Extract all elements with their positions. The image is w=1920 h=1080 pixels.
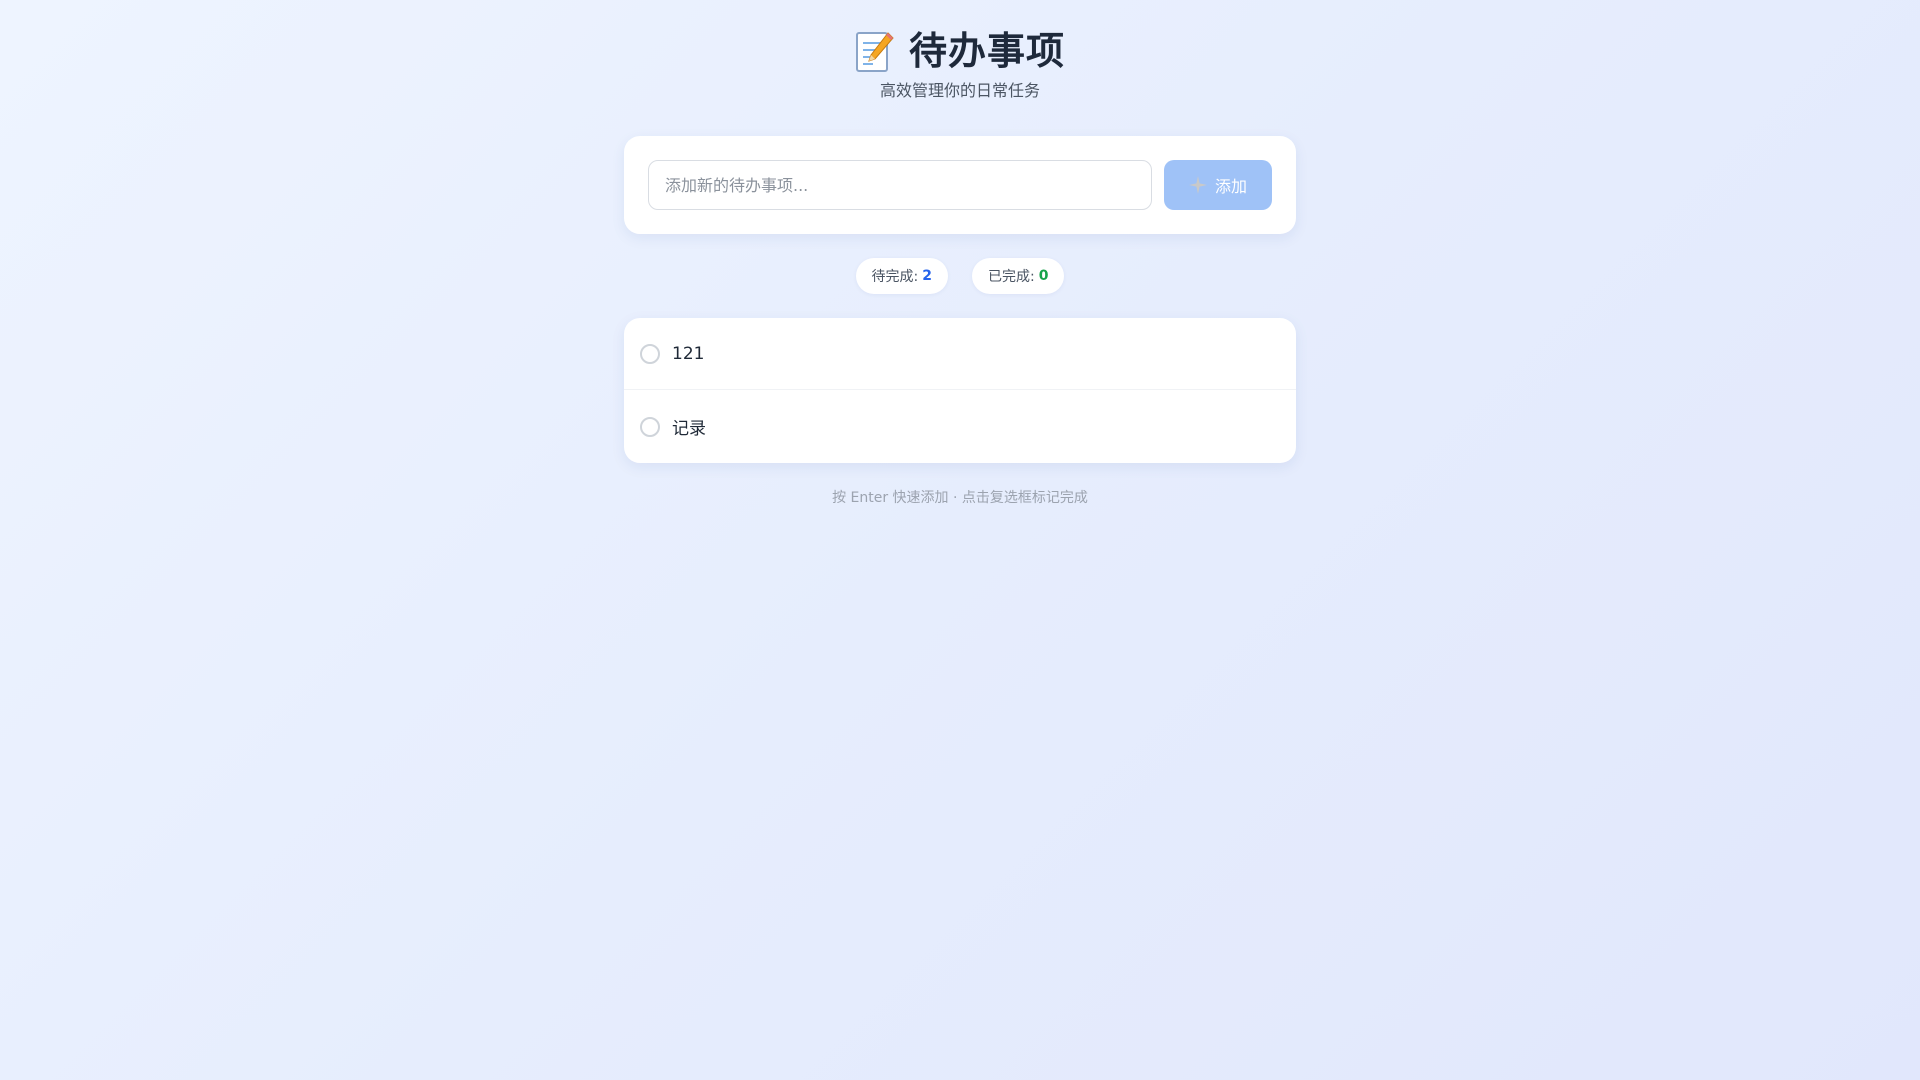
pending-count: 2	[922, 268, 932, 284]
header: 待办事项 高效管理你的日常任务	[0, 26, 1920, 102]
add-todo-card: 添加	[624, 136, 1296, 234]
list-item: 121	[624, 318, 1296, 390]
todo-app: 待办事项 高效管理你的日常任务 添加 待完成: 2 已完成: 0 121	[0, 0, 1920, 1080]
page-subtitle: 高效管理你的日常任务	[879, 81, 1040, 100]
title-row: 待办事项	[0, 26, 1920, 76]
memo-icon	[855, 29, 895, 73]
todo-checkbox[interactable]	[640, 343, 660, 364]
todo-list: 121 记录	[624, 318, 1296, 463]
todo-checkbox[interactable]	[640, 416, 660, 437]
completed-stat: 已完成: 0	[972, 258, 1065, 294]
todo-text: 121	[672, 343, 705, 364]
completed-label: 已完成:	[988, 269, 1035, 285]
pending-stat: 待完成: 2	[855, 258, 948, 294]
todo-text: 记录	[672, 419, 706, 439]
new-todo-input[interactable]	[648, 160, 1152, 210]
page-title: 待办事项	[908, 29, 1065, 73]
list-item: 记录	[624, 390, 1296, 463]
add-button[interactable]: 添加	[1164, 160, 1272, 210]
footer-hint: 按 Enter 快速添加 · 点击复选框标记完成	[832, 490, 1088, 506]
pending-label: 待完成:	[871, 269, 919, 285]
stats-bar: 待完成: 2 已完成: 0	[0, 258, 1920, 294]
sparkle-icon	[1188, 176, 1207, 194]
add-button-label: 添加	[1214, 177, 1247, 196]
completed-count: 0	[1038, 268, 1049, 284]
